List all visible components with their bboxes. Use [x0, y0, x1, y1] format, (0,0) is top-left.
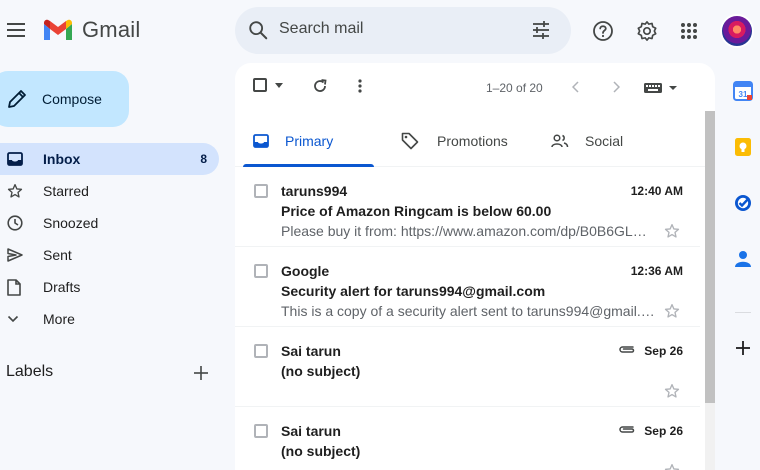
tab-social[interactable]: Social	[551, 115, 623, 167]
keep-icon[interactable]	[732, 136, 754, 158]
email-subject: Security alert for taruns994@gmail.com	[281, 283, 546, 299]
star-icon[interactable]	[664, 303, 680, 319]
row-checkbox[interactable]	[254, 424, 268, 438]
email-snippet: This is a copy of a security alert sent …	[281, 303, 655, 319]
create-label-button[interactable]	[190, 362, 212, 384]
unread-count: 8	[200, 152, 207, 166]
sidebar-item-more[interactable]: More	[0, 303, 219, 335]
sidebar-item-label: Sent	[43, 247, 72, 263]
email-time: Sep 26	[644, 344, 683, 358]
sidebar-item-label: Starred	[43, 183, 89, 199]
people-icon	[551, 134, 569, 148]
email-sender: taruns994	[281, 183, 348, 199]
page-range: 1–20 of 20	[486, 81, 543, 95]
sidebar-item-label: Snoozed	[43, 215, 99, 231]
star-icon	[7, 184, 23, 198]
inbox-icon	[7, 152, 23, 166]
sidebar-item-inbox[interactable]: Inbox 8	[0, 143, 219, 175]
refresh-icon[interactable]	[313, 79, 327, 93]
email-time: 12:40 AM	[630, 184, 683, 198]
apps-icon	[681, 23, 697, 39]
tab-label: Promotions	[437, 133, 508, 149]
email-sender: Google	[281, 263, 330, 279]
keyboard-icon[interactable]	[644, 82, 678, 94]
email-row[interactable]: taruns994 12:40 AM Price of Amazon Ringc…	[235, 167, 700, 247]
email-subject: (no subject)	[281, 363, 361, 379]
more-options-icon[interactable]	[358, 79, 362, 93]
email-time: Sep 26	[644, 424, 683, 438]
avatar[interactable]	[720, 14, 754, 48]
menu-icon	[7, 23, 25, 37]
sidebar-item-sent[interactable]: Sent	[0, 239, 219, 271]
contacts-icon[interactable]	[732, 248, 754, 270]
email-subject: (no subject)	[281, 443, 361, 459]
email-sender: Sai tarun	[281, 343, 341, 359]
row-checkbox[interactable]	[254, 264, 268, 278]
tab-label: Primary	[285, 133, 334, 149]
sidebar-item-starred[interactable]: Starred	[0, 175, 219, 207]
clock-icon	[7, 215, 23, 231]
scrollbar-track[interactable]	[705, 403, 715, 470]
mail-toolbar: 1–20 of 20	[235, 63, 715, 111]
add-icon[interactable]	[732, 337, 754, 359]
help-button[interactable]	[589, 17, 617, 45]
main-menu-button[interactable]	[2, 16, 30, 44]
labels-heading: Labels	[6, 363, 54, 380]
tab-label: Social	[585, 133, 624, 149]
star-icon[interactable]	[664, 223, 680, 239]
calendar-icon[interactable]: 31	[732, 80, 754, 102]
chevron-down-icon	[7, 315, 19, 323]
star-icon[interactable]	[664, 383, 680, 399]
email-row[interactable]: Google 12:36 AM Security alert for tarun…	[235, 247, 700, 327]
sidebar-item-snoozed[interactable]: Snoozed	[0, 207, 219, 239]
star-icon[interactable]	[664, 463, 680, 470]
compose-label: Compose	[42, 91, 102, 107]
attachment-icon	[618, 344, 636, 354]
gmail-m-icon	[44, 19, 72, 40]
gmail-logo[interactable]: Gmail	[42, 17, 140, 43]
draft-icon	[7, 278, 21, 296]
send-icon	[7, 248, 23, 262]
older-page-icon[interactable]	[613, 81, 620, 93]
tasks-icon[interactable]	[732, 192, 754, 214]
category-tabs: Primary Promotions Social	[235, 115, 705, 167]
email-row[interactable]: Sai tarun Sep 26 (no subject)	[235, 327, 700, 407]
sidebar-item-label: More	[43, 311, 75, 327]
inbox-tab-icon	[253, 134, 269, 148]
scrollbar-thumb[interactable]	[705, 111, 715, 403]
search-bar[interactable]	[235, 7, 571, 54]
mail-list-panel: 1–20 of 20 Primary Promotions Social tar…	[235, 63, 715, 470]
attachment-icon	[618, 424, 636, 434]
sidebar-item-label: Drafts	[43, 279, 81, 295]
tag-icon	[401, 132, 419, 150]
email-snippet: Please buy it from: https://www.amazon.c…	[281, 223, 655, 239]
select-all-checkbox[interactable]	[253, 78, 267, 92]
plus-icon	[194, 366, 208, 380]
apps-button[interactable]	[675, 17, 703, 45]
app-name: Gmail	[82, 17, 141, 42]
search-input[interactable]	[279, 20, 519, 38]
row-checkbox[interactable]	[254, 344, 268, 358]
settings-button[interactable]	[633, 17, 661, 45]
email-time: 12:36 AM	[630, 264, 683, 278]
search-icon[interactable]	[247, 19, 269, 41]
rail-divider	[735, 312, 751, 313]
select-dropdown-icon[interactable]	[275, 83, 283, 88]
help-icon	[593, 21, 613, 41]
sidebar-item-label: Inbox	[43, 151, 81, 167]
settings-icon	[637, 21, 657, 41]
tab-promotions[interactable]: Promotions	[401, 115, 508, 167]
sidebar-item-drafts[interactable]: Drafts	[0, 271, 219, 303]
email-row[interactable]: Sai tarun Sep 26 (no subject)	[235, 407, 700, 470]
email-sender: Sai tarun	[281, 423, 341, 439]
email-subject: Price of Amazon Ringcam is below 60.00	[281, 203, 552, 219]
tab-primary[interactable]: Primary	[253, 115, 333, 167]
compose-button[interactable]: Compose	[0, 71, 129, 127]
newer-page-icon[interactable]	[572, 81, 579, 93]
tune-icon[interactable]	[531, 20, 551, 40]
row-checkbox[interactable]	[254, 184, 268, 198]
pencil-icon	[8, 90, 26, 108]
svg-text:31: 31	[739, 90, 748, 99]
